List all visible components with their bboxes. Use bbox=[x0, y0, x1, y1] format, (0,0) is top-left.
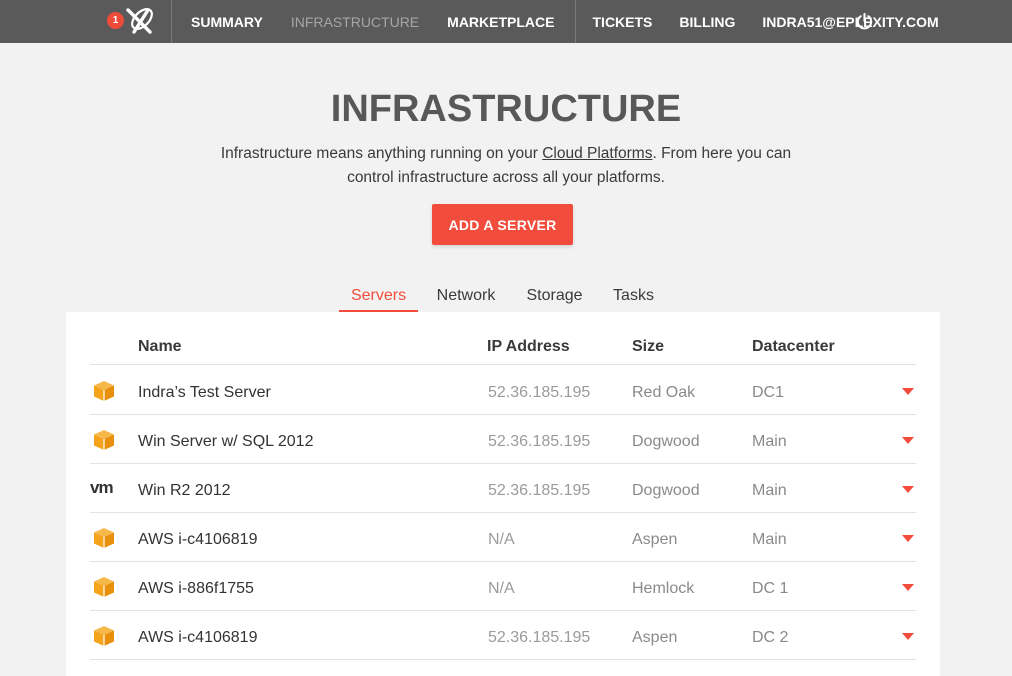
aws-box-icon bbox=[94, 381, 114, 401]
server-datacenter: Main bbox=[752, 482, 787, 499]
column-header-size[interactable]: Size bbox=[632, 338, 664, 356]
table-row[interactable]: AWS i-886f1755 N/A Hemlock DC 1 bbox=[90, 562, 916, 611]
account-nav: TICKETS BILLING INDRA51@EPLEXITY.COM bbox=[576, 0, 939, 43]
server-name[interactable]: Win R2 2012 bbox=[138, 482, 231, 500]
server-datacenter: DC1 bbox=[752, 384, 785, 401]
server-ip: N/A bbox=[488, 531, 515, 548]
server-ip: 52.36.185.195 bbox=[488, 384, 591, 401]
server-name[interactable]: AWS i-886f1755 bbox=[138, 580, 254, 598]
aws-box-icon bbox=[94, 577, 114, 597]
server-ip: N/A bbox=[488, 580, 515, 597]
server-datacenter: DC 2 bbox=[752, 629, 789, 646]
server-name[interactable]: Indra’s Test Server bbox=[138, 384, 271, 402]
intro-text-start: Infrastructure means anything running on… bbox=[220, 145, 543, 162]
logo-icon[interactable] bbox=[124, 7, 156, 35]
nav-marketplace[interactable]: MARKETPLACE bbox=[447, 14, 554, 30]
server-name[interactable]: AWS i-c4106819 bbox=[138, 629, 257, 647]
page-title: INFRASTRUCTURE bbox=[330, 88, 682, 130]
add-server-button[interactable]: ADD A SERVER bbox=[432, 204, 573, 245]
table-header: Name IP Address Size Datacenter bbox=[90, 312, 916, 365]
row-menu-caret-icon[interactable] bbox=[902, 437, 914, 444]
server-size: Dogwood bbox=[632, 433, 700, 450]
nav-user-email[interactable]: INDRA51@EPLEXITY.COM bbox=[762, 14, 938, 30]
top-nav: 1 SUMMARY INFRASTRUCTURE MARKETPLACE TIC… bbox=[0, 0, 1012, 43]
nav-tickets[interactable]: TICKETS bbox=[593, 14, 653, 30]
aws-box-icon bbox=[94, 430, 114, 450]
server-size: Hemlock bbox=[632, 580, 695, 597]
aws-box-icon bbox=[94, 528, 114, 548]
row-menu-caret-icon[interactable] bbox=[902, 535, 914, 542]
server-size: Red Oak bbox=[632, 384, 696, 401]
table-row[interactable]: AWS i-c4106819 52.36.185.195 Aspen DC 2 bbox=[90, 611, 916, 660]
tab-network[interactable]: Network bbox=[429, 280, 503, 312]
tab-servers[interactable]: Servers bbox=[339, 280, 418, 312]
nav-infrastructure[interactable]: INFRASTRUCTURE bbox=[291, 14, 419, 30]
server-size: Aspen bbox=[632, 629, 678, 646]
tab-bar: Servers Network Storage Tasks bbox=[0, 280, 1012, 312]
server-datacenter: DC 1 bbox=[752, 580, 789, 597]
tab-tasks[interactable]: Tasks bbox=[606, 280, 661, 312]
row-menu-caret-icon[interactable] bbox=[902, 633, 914, 640]
nav-billing[interactable]: BILLING bbox=[679, 14, 735, 30]
logo-area[interactable]: 1 bbox=[0, 0, 172, 43]
server-datacenter: Main bbox=[752, 531, 787, 548]
table-row[interactable]: AWS i-c4106819 N/A Aspen Main bbox=[90, 513, 916, 562]
server-name[interactable]: Win Server w/ SQL 2012 bbox=[138, 433, 313, 451]
table-row[interactable]: Indra’s Test Server 52.36.185.195 Red Oa… bbox=[90, 366, 916, 415]
tab-storage[interactable]: Storage bbox=[517, 280, 592, 312]
notification-badge[interactable]: 1 bbox=[107, 12, 124, 29]
column-header-ip[interactable]: IP Address bbox=[487, 338, 570, 356]
server-size: Dogwood bbox=[632, 482, 700, 499]
power-icon[interactable] bbox=[855, 12, 874, 31]
row-menu-caret-icon[interactable] bbox=[902, 486, 914, 493]
servers-table: Name IP Address Size Datacenter Indra’s … bbox=[66, 312, 940, 676]
server-ip: 52.36.185.195 bbox=[488, 629, 591, 646]
server-datacenter: Main bbox=[752, 433, 787, 450]
row-menu-caret-icon[interactable] bbox=[902, 584, 914, 591]
column-header-datacenter[interactable]: Datacenter bbox=[752, 338, 835, 356]
table-row[interactable]: Win Server w/ SQL 2012 52.36.185.195 Dog… bbox=[90, 415, 916, 464]
server-size: Aspen bbox=[632, 531, 678, 548]
primary-nav: SUMMARY INFRASTRUCTURE MARKETPLACE bbox=[172, 0, 576, 43]
nav-summary[interactable]: SUMMARY bbox=[191, 14, 263, 30]
column-header-name[interactable]: Name bbox=[138, 338, 182, 356]
server-name[interactable]: AWS i-c4106819 bbox=[138, 531, 257, 549]
intro-text: Infrastructure means anything running on… bbox=[200, 142, 812, 190]
server-ip: 52.36.185.195 bbox=[488, 433, 591, 450]
server-ip: 52.36.185.195 bbox=[488, 482, 591, 499]
table-row[interactable]: vm Win R2 2012 52.36.185.195 Dogwood Mai… bbox=[90, 464, 916, 513]
row-menu-caret-icon[interactable] bbox=[902, 388, 914, 395]
cloud-platforms-link[interactable]: Cloud Platforms bbox=[542, 145, 652, 162]
vmware-icon: vm bbox=[90, 478, 114, 497]
aws-box-icon bbox=[94, 626, 114, 646]
